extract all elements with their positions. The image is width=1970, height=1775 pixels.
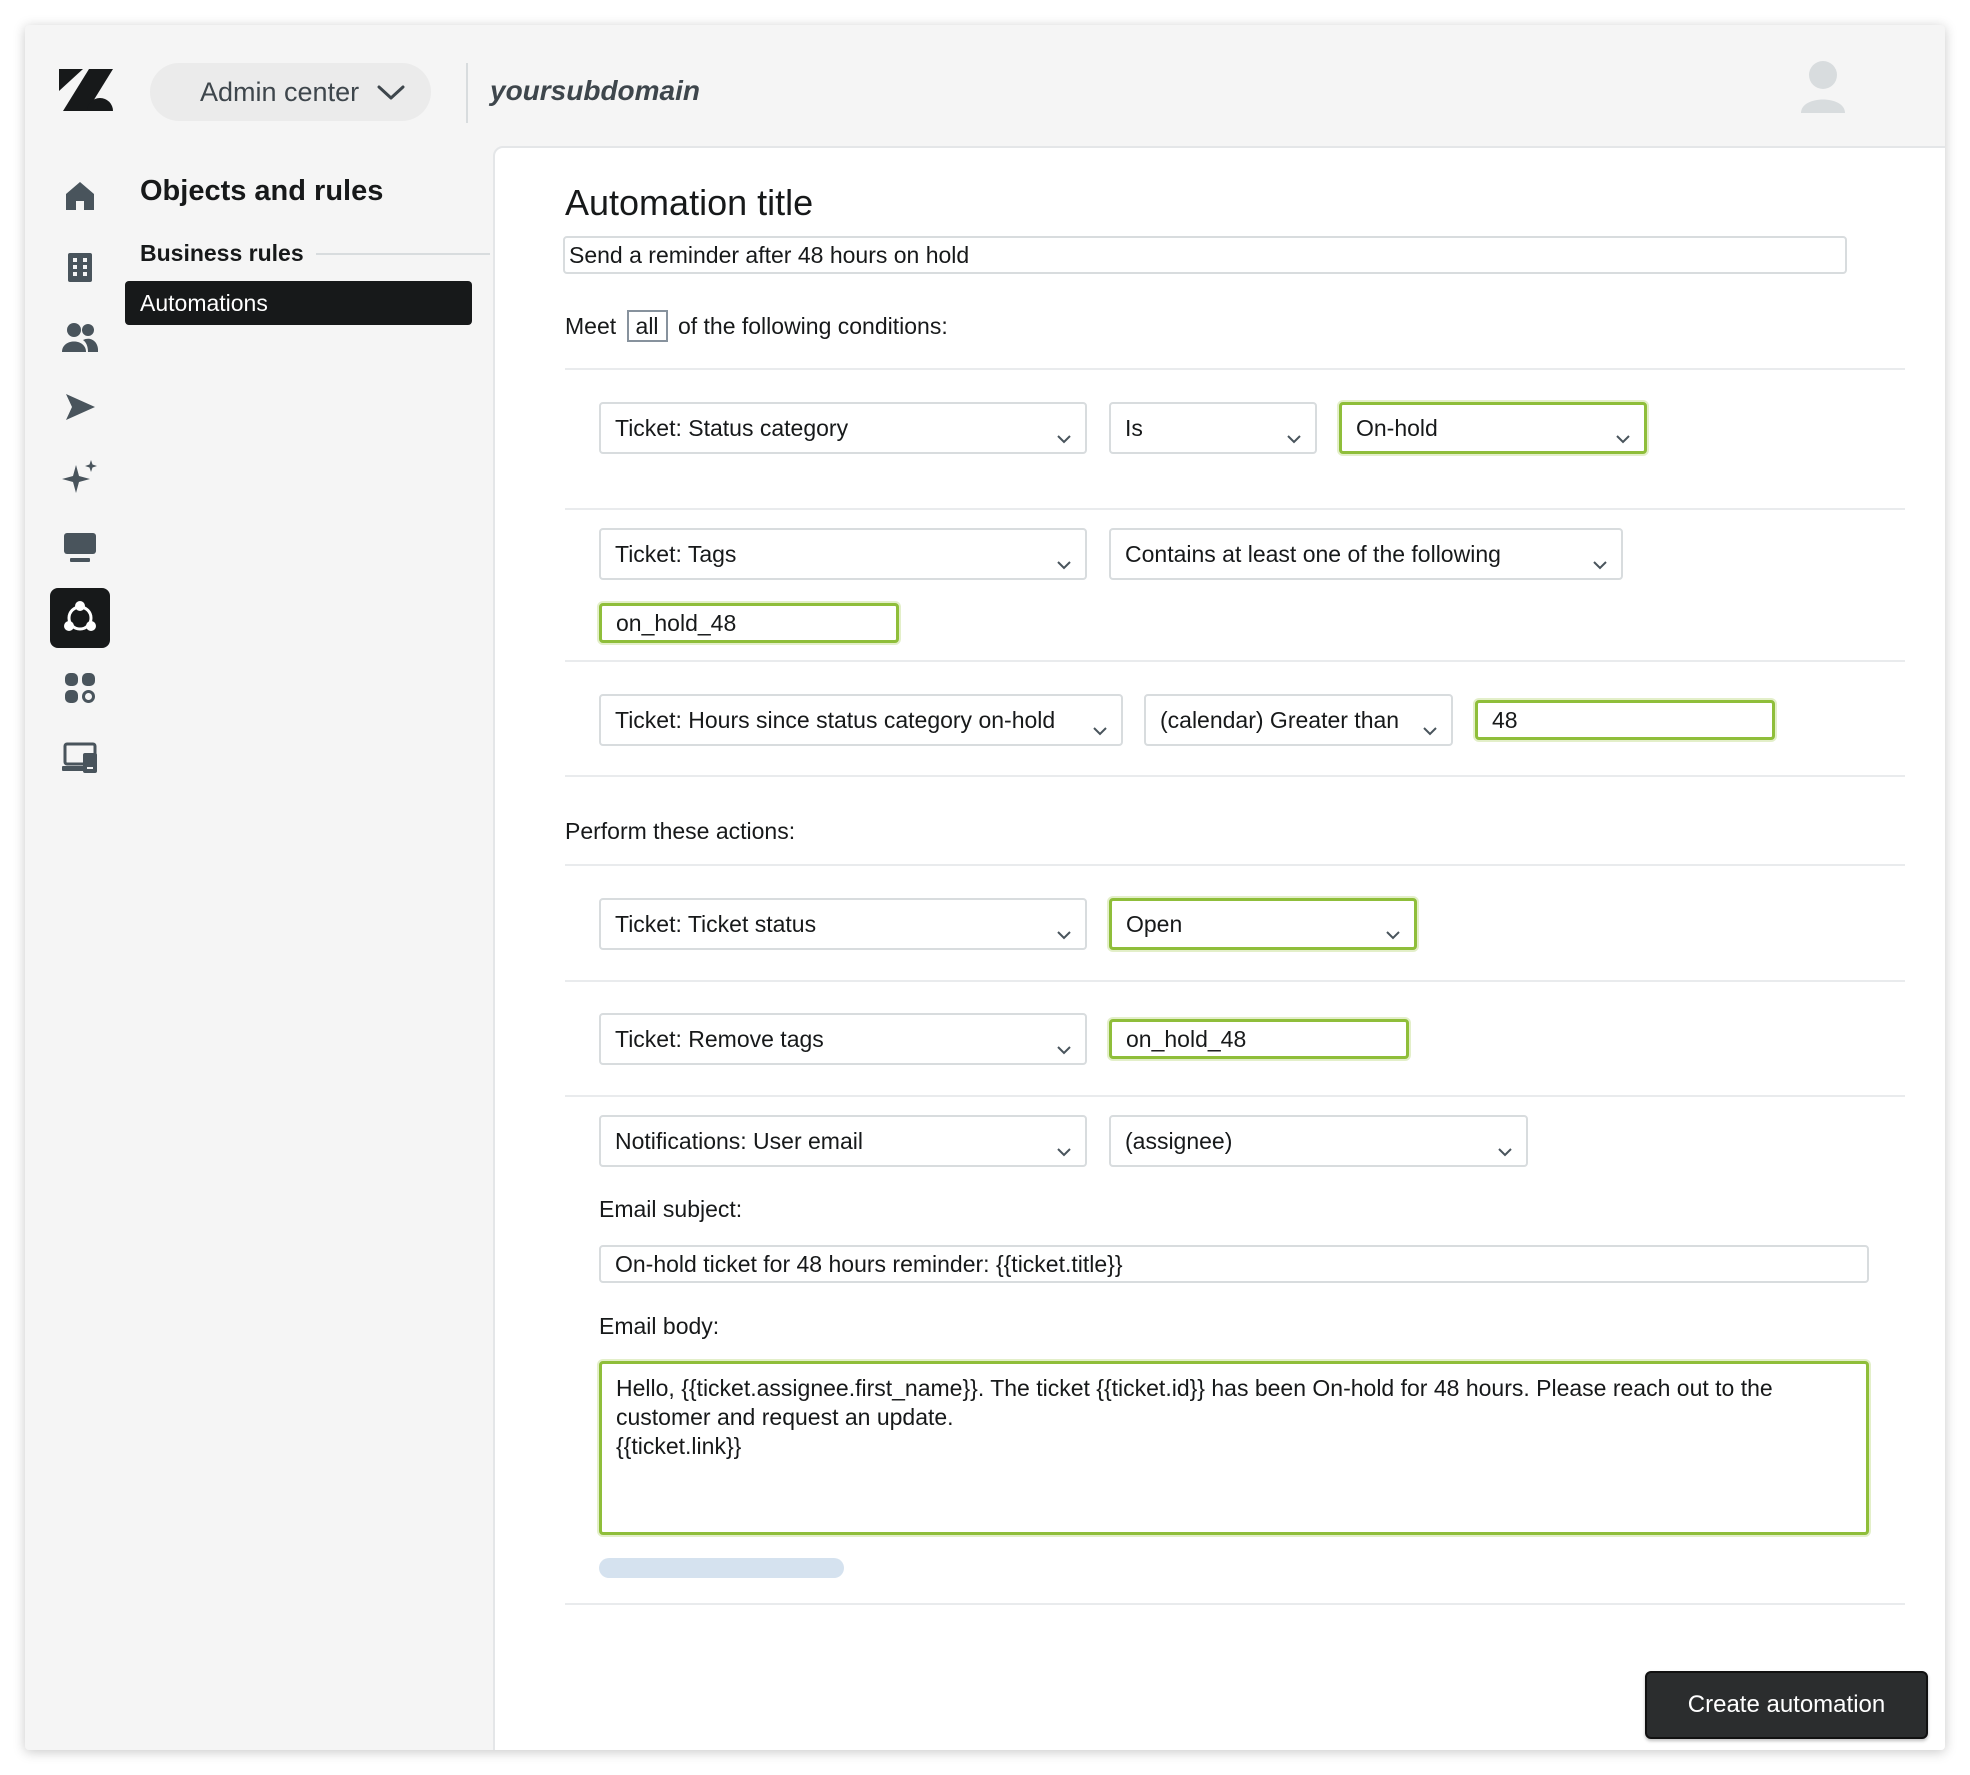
row-divider	[565, 1095, 1905, 1097]
email-subject-value: On-hold ticket for 48 hours reminder: {{…	[615, 1250, 1123, 1277]
chevron-down-icon	[1057, 549, 1071, 576]
row-divider	[565, 980, 1905, 982]
row-divider	[565, 660, 1905, 662]
row-divider	[565, 864, 1905, 866]
actions-header: Perform these actions:	[565, 818, 796, 844]
action-3-recipient-select[interactable]: (assignee)	[1109, 1115, 1528, 1167]
condition-1-value: On-hold	[1356, 414, 1438, 441]
email-body-textarea[interactable]: Hello, {{ticket.assignee.first_name}}. T…	[599, 1361, 1869, 1535]
condition-2-operator-select[interactable]: Contains at least one of the following	[1109, 528, 1623, 580]
loading-placeholder-bar	[599, 1558, 844, 1578]
nav-item-automations[interactable]: Automations	[125, 281, 472, 325]
chevron-down-icon	[1057, 1034, 1071, 1061]
condition-3-operator-select[interactable]: (calendar) Greater than	[1144, 694, 1453, 746]
email-subject-label: Email subject:	[599, 1196, 743, 1222]
chevron-down-icon	[1057, 919, 1071, 946]
send-icon[interactable]	[50, 377, 110, 437]
chevron-down-icon	[1498, 1136, 1512, 1163]
action-1-value: Open	[1126, 910, 1183, 937]
action-2-tag-input[interactable]: on_hold_48	[1109, 1019, 1409, 1059]
sparkle-icon[interactable]	[50, 447, 110, 507]
condition-1-field: Ticket: Status category	[615, 414, 849, 441]
automation-title-label: Automation title	[565, 182, 814, 223]
admin-window: Admin center yoursubdomain Objects and r…	[25, 25, 1945, 1750]
chevron-down-icon	[1386, 919, 1400, 946]
conditions-prefix: Meet	[565, 313, 617, 339]
condition-1-operator: Is	[1125, 414, 1143, 441]
email-body-label: Email body:	[599, 1313, 720, 1339]
condition-2-value: on_hold_48	[616, 609, 737, 636]
conditions-suffix: of the following conditions:	[677, 313, 948, 339]
action-1-field: Ticket: Ticket status	[615, 910, 817, 937]
monitor-icon[interactable]	[50, 517, 110, 577]
chevron-down-icon	[1593, 549, 1607, 576]
product-switcher-button[interactable]: Admin center	[150, 63, 431, 121]
section-title: Objects and rules	[140, 175, 384, 207]
condition-1-value-select[interactable]: On-hold	[1339, 402, 1647, 454]
condition-2-field: Ticket: Tags	[615, 540, 737, 567]
conditions-match-select[interactable]: all	[626, 310, 668, 342]
condition-3-operator: (calendar) Greater than	[1160, 706, 1400, 733]
condition-3-field: Ticket: Hours since status category on-h…	[615, 706, 1056, 733]
subdomain-label: yoursubdomain	[490, 75, 701, 106]
row-divider	[565, 368, 1905, 370]
action-3-field: Notifications: User email	[615, 1127, 863, 1154]
condition-1-operator-select[interactable]: Is	[1109, 402, 1317, 454]
zendesk-logo-icon[interactable]	[57, 67, 115, 113]
condition-3-value: 48	[1492, 706, 1518, 733]
row-divider	[565, 508, 1905, 510]
header-divider	[466, 63, 468, 123]
row-divider	[565, 775, 1905, 777]
automation-title-input[interactable]: Send a reminder after 48 hours on hold	[563, 236, 1847, 274]
automation-form-panel: Automation title Send a reminder after 4…	[493, 146, 1945, 1750]
conditions-header: Meet all of the following conditions:	[565, 310, 948, 342]
action-3-field-select[interactable]: Notifications: User email	[599, 1115, 1087, 1167]
people-icon[interactable]	[50, 307, 110, 367]
chevron-down-icon	[377, 85, 405, 106]
action-1-field-select[interactable]: Ticket: Ticket status	[599, 898, 1087, 950]
apps-icon[interactable]	[50, 658, 110, 718]
condition-1-field-select[interactable]: Ticket: Status category	[599, 402, 1087, 454]
email-subject-input[interactable]: On-hold ticket for 48 hours reminder: {{…	[599, 1245, 1869, 1283]
home-icon[interactable]	[50, 166, 110, 226]
action-3-value: (assignee)	[1125, 1127, 1233, 1154]
row-divider	[565, 1603, 1905, 1605]
chevron-down-icon	[1287, 423, 1301, 450]
chevron-down-icon	[1093, 715, 1107, 742]
chevron-down-icon	[1057, 1136, 1071, 1163]
nav-group-label: Business rules	[140, 240, 316, 267]
condition-2-field-select[interactable]: Ticket: Tags	[599, 528, 1087, 580]
create-automation-button[interactable]: Create automation	[1645, 1671, 1928, 1739]
building-icon[interactable]	[50, 237, 110, 297]
chevron-down-icon	[1057, 423, 1071, 450]
action-2-field: Ticket: Remove tags	[615, 1025, 824, 1052]
condition-3-field-select[interactable]: Ticket: Hours since status category on-h…	[599, 694, 1123, 746]
chevron-down-icon	[1423, 715, 1437, 742]
action-2-value: on_hold_48	[1126, 1025, 1247, 1052]
product-switcher-label: Admin center	[200, 76, 360, 107]
chevron-down-icon	[1616, 423, 1630, 450]
action-2-field-select[interactable]: Ticket: Remove tags	[599, 1013, 1087, 1065]
automation-title-value: Send a reminder after 48 hours on hold	[569, 241, 970, 268]
condition-2-tag-input[interactable]: on_hold_48	[599, 603, 899, 643]
user-avatar-icon[interactable]	[1797, 57, 1849, 117]
objects-rules-icon[interactable]	[50, 588, 110, 648]
condition-2-operator: Contains at least one of the following	[1125, 540, 1501, 567]
devices-icon[interactable]	[50, 728, 110, 788]
action-1-value-select[interactable]: Open	[1109, 898, 1417, 950]
condition-3-value-input[interactable]: 48	[1475, 700, 1775, 740]
